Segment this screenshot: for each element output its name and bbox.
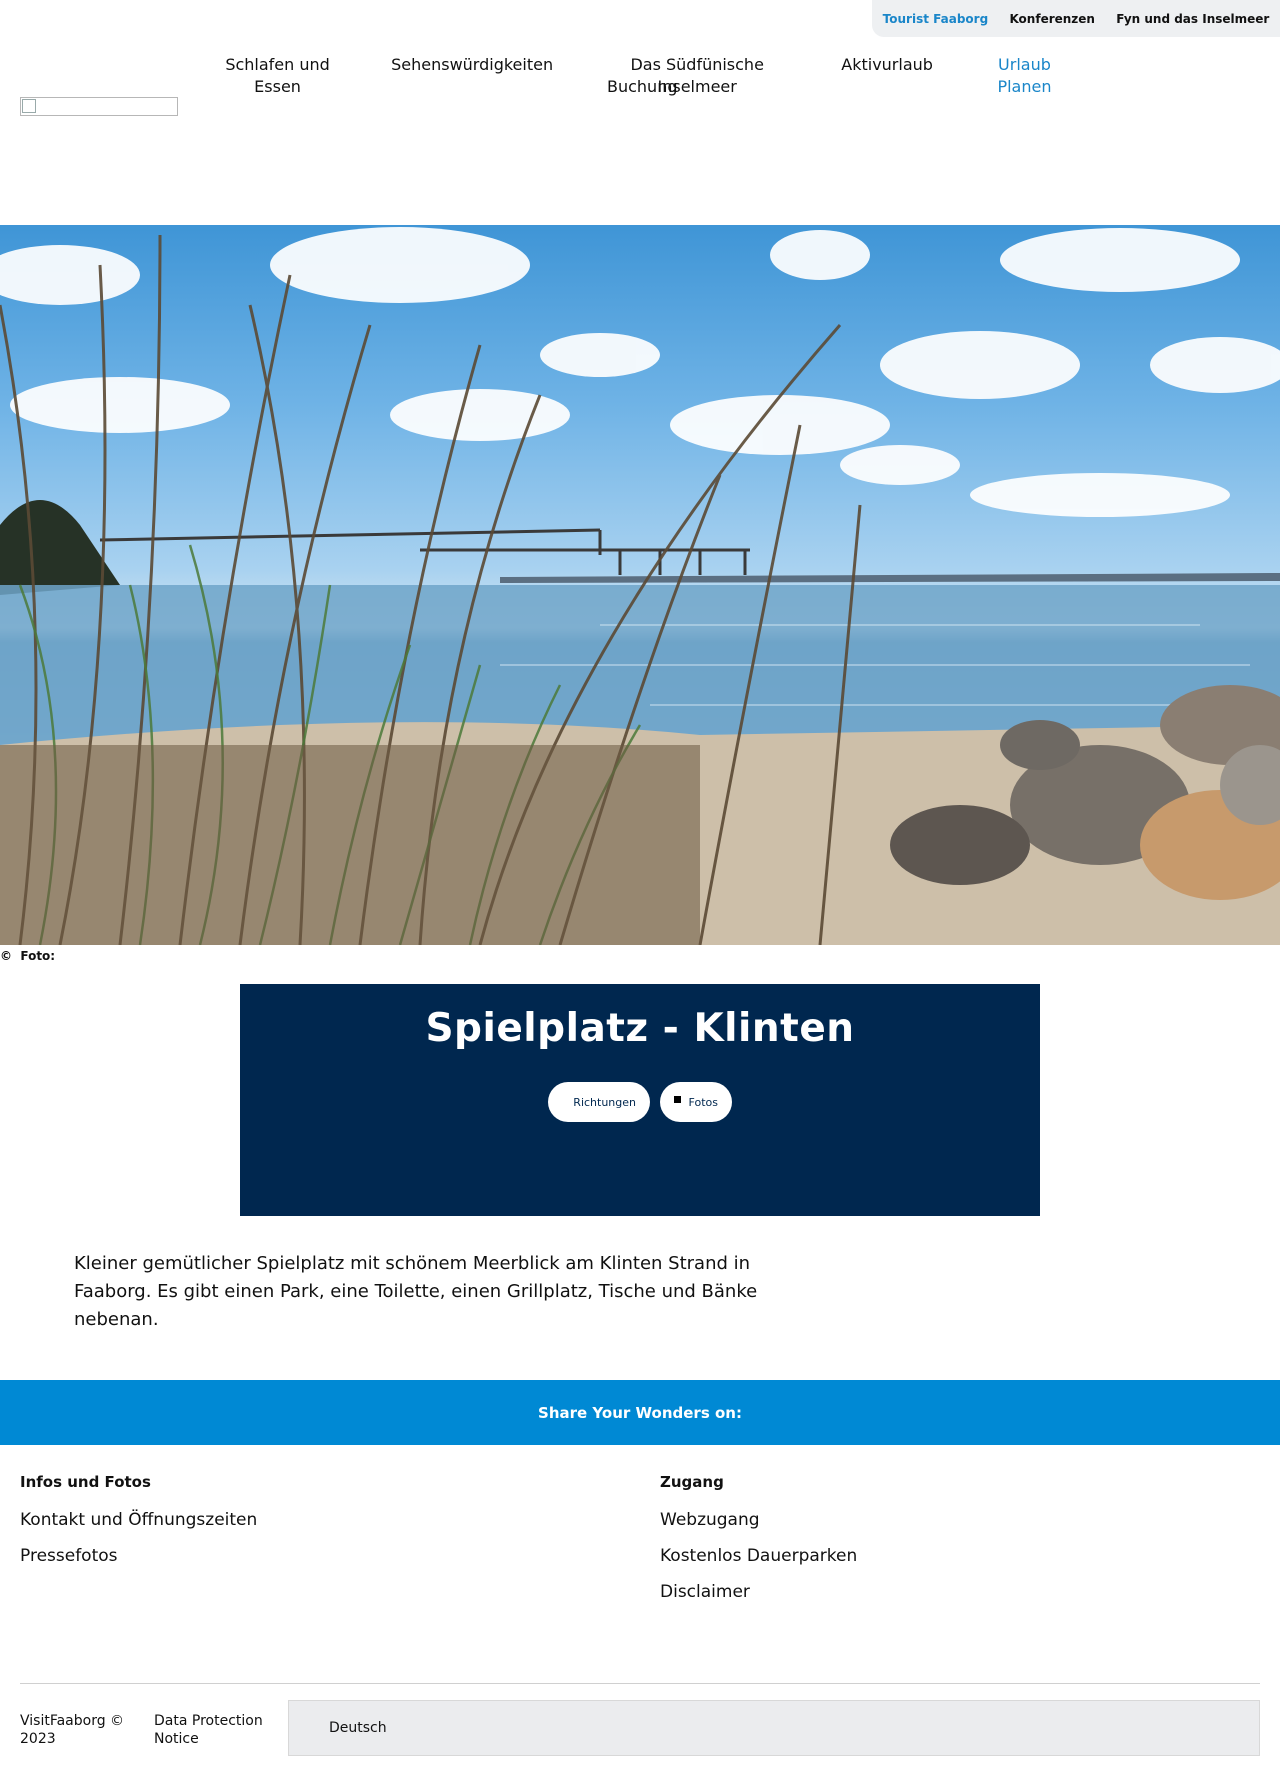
footer-heading-infos: Infos und Fotos (20, 1473, 151, 1491)
utility-link-konferenzen[interactable]: Konferenzen (1009, 12, 1095, 26)
data-protection-link[interactable]: Data Protection Notice (154, 1712, 274, 1748)
copyright: VisitFaaborg © 2023 (20, 1713, 125, 1747)
footer-link-disclaimer[interactable]: Disclaimer (660, 1581, 857, 1603)
footer-link-pressefotos[interactable]: Pressefotos (20, 1545, 257, 1567)
nav-schlafen-essen[interactable]: Schlafen und Essen (200, 54, 355, 98)
utility-nav: Tourist Faaborg Konferenzen Fyn und das … (872, 0, 1280, 37)
footer-heading-zugang: Zugang (660, 1473, 724, 1491)
nav-buchung[interactable]: Buchung (607, 76, 678, 98)
photos-icon (674, 1095, 681, 1103)
utility-link-fyn[interactable]: Fyn und das Inselmeer (1116, 12, 1269, 26)
hero-image (0, 225, 1280, 945)
nav-aktivurlaub[interactable]: Aktivurlaub (841, 54, 933, 98)
nav-urlaub-planen[interactable]: Urlaub Planen (969, 54, 1080, 98)
intro-text: Kleiner gemütlicher Spielplatz mit schön… (74, 1253, 758, 1330)
footer-col-infos: Infos und Fotos Kontakt und Öffnungszeit… (20, 1473, 257, 1581)
credit-label: Foto: (20, 949, 56, 963)
footer-link-dauerparken[interactable]: Kostenlos Dauerparken (660, 1545, 857, 1567)
footer-col-zugang: Zugang Webzugang Kostenlos Dauerparken D… (660, 1473, 857, 1617)
directions-button[interactable]: Richtungen (548, 1082, 650, 1122)
footer-link-webzugang[interactable]: Webzugang (660, 1509, 857, 1531)
photo-credit: © Foto: (0, 949, 55, 963)
card-actions: Richtungen Fotos (240, 1082, 1040, 1122)
share-label: Share Your Wonders on: (538, 1403, 742, 1422)
photos-button[interactable]: Fotos (660, 1082, 732, 1122)
language-label: Deutsch (329, 1720, 387, 1736)
site-logo[interactable] (20, 97, 178, 116)
share-bar: Share Your Wonders on: (0, 1380, 1280, 1445)
page-title: Spielplatz - Klinten (425, 1006, 855, 1051)
utility-link-tourist-faaborg[interactable]: Tourist Faaborg (883, 12, 989, 26)
hero-illustration (0, 227, 1280, 945)
photos-label: Fotos (688, 1095, 718, 1109)
title-card: Spielplatz - Klinten Richtungen Fotos (240, 984, 1040, 1216)
copyright-symbol: © (0, 949, 12, 963)
directions-label: Richtungen (573, 1095, 636, 1109)
footer-divider (20, 1683, 1260, 1684)
nav-sehenswuerdigkeiten[interactable]: Sehenswürdigkeiten (391, 54, 553, 98)
main-nav: Schlafen und Essen Sehenswürdigkeiten Da… (200, 54, 1080, 98)
language-selector[interactable]: Deutsch (288, 1700, 1260, 1756)
footer-link-kontakt[interactable]: Kontakt und Öffnungszeiten (20, 1509, 257, 1531)
